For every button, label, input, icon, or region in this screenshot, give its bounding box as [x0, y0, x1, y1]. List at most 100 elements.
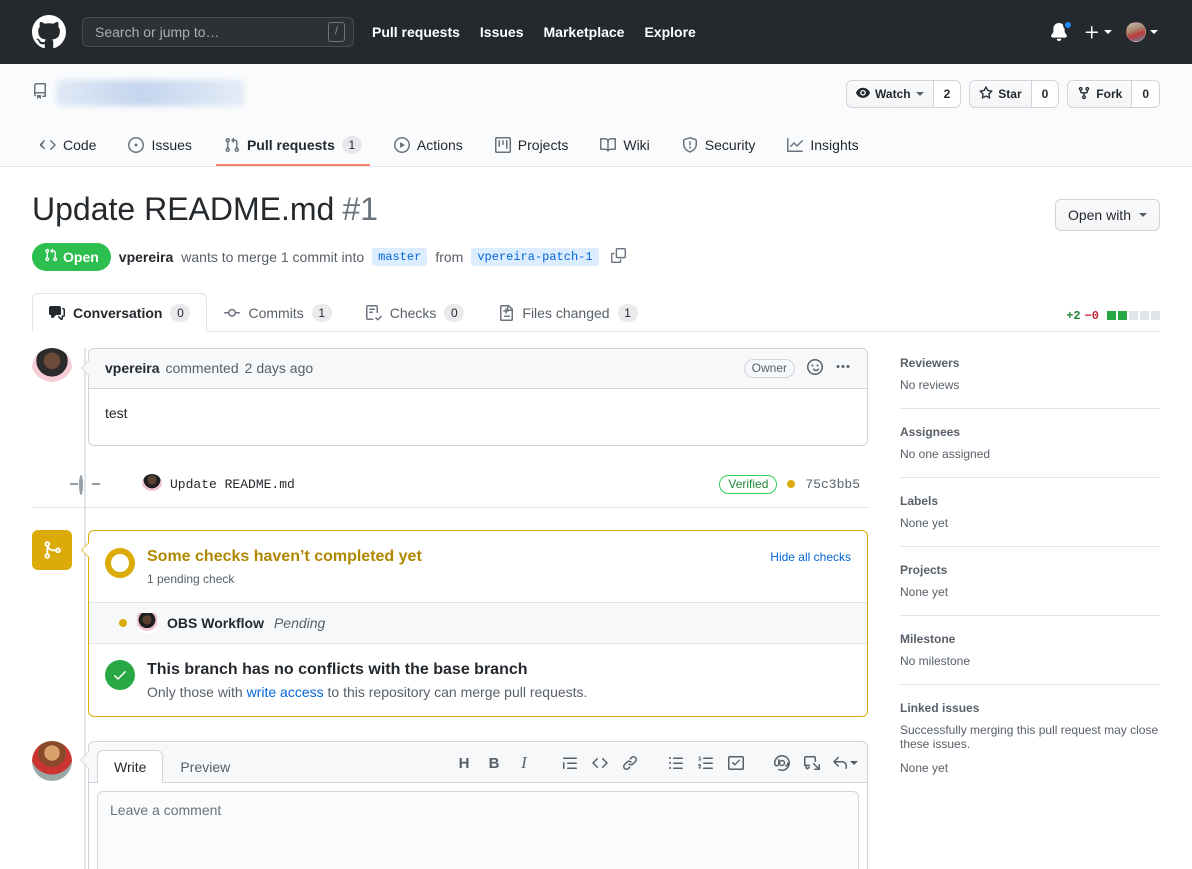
- open-with-button[interactable]: Open with: [1055, 199, 1160, 231]
- watch-count[interactable]: 2: [933, 80, 962, 108]
- global-nav: Pull requests Issues Marketplace Explore: [370, 20, 698, 44]
- repo-nav-pull-requests-label: Pull requests: [247, 137, 335, 153]
- commit-message[interactable]: Update README.md: [170, 477, 295, 492]
- comment-header: vpereira commented 2 days ago Owner: [89, 349, 867, 389]
- hide-all-checks-link[interactable]: Hide all checks: [770, 547, 851, 564]
- tab-files-changed[interactable]: Files changed 1: [481, 293, 654, 332]
- code-icon[interactable]: [589, 752, 611, 774]
- repo-nav-projects[interactable]: Projects: [487, 128, 577, 166]
- repository-header: Watch 2 Star 0 Fork 0: [0, 64, 1192, 167]
- pull-request-meta: Open vpereira wants to merge 1 commit in…: [32, 243, 1160, 271]
- fork-count[interactable]: 0: [1131, 80, 1160, 108]
- comment-input[interactable]: [97, 791, 859, 869]
- repo-nav-wiki[interactable]: Wiki: [592, 128, 657, 166]
- avatar[interactable]: [32, 741, 72, 781]
- reference-icon[interactable]: [801, 752, 823, 774]
- mention-icon[interactable]: [771, 752, 793, 774]
- shield-icon: [682, 137, 698, 153]
- unordered-list-icon[interactable]: [665, 752, 687, 774]
- pull-request-tabs: Conversation 0 Commits 1 Checks 0 Files …: [32, 293, 1160, 332]
- sidebar-title[interactable]: Assignees: [900, 425, 1160, 439]
- sidebar-title[interactable]: Linked issues: [900, 701, 1160, 715]
- repo-nav-actions[interactable]: Actions: [386, 128, 471, 166]
- italic-icon[interactable]: I: [513, 752, 535, 774]
- watch-button[interactable]: Watch: [846, 80, 933, 108]
- status-badge: Open: [32, 243, 111, 271]
- star-icon: [979, 86, 993, 102]
- check-name[interactable]: OBS Workflow: [167, 615, 264, 631]
- account-menu-button[interactable]: [1126, 22, 1158, 42]
- chevron-down-icon: [1104, 30, 1112, 34]
- tab-preview[interactable]: Preview: [163, 750, 247, 783]
- avatar[interactable]: [142, 474, 162, 494]
- kebab-horizontal-icon[interactable]: [835, 359, 851, 378]
- sidebar-title[interactable]: Labels: [900, 494, 1160, 508]
- global-nav-explore[interactable]: Explore: [642, 20, 697, 44]
- create-new-button[interactable]: [1084, 24, 1112, 40]
- smiley-icon[interactable]: [807, 359, 823, 378]
- comment-author[interactable]: vpereira: [105, 360, 159, 376]
- main-layout: vpereira commented 2 days ago Owner test: [32, 348, 1160, 869]
- tab-checks[interactable]: Checks 0: [349, 293, 482, 332]
- search-input[interactable]: Search or jump to… /: [82, 17, 354, 47]
- repo-nav-insights[interactable]: Insights: [779, 128, 866, 166]
- head-branch-chip[interactable]: vpereira-patch-1: [471, 248, 598, 266]
- write-access-link[interactable]: write access: [247, 684, 324, 700]
- link-icon[interactable]: [619, 752, 641, 774]
- ordered-list-icon[interactable]: [695, 752, 717, 774]
- repository-nav: Code Issues Pull requests 1 Actions Proj…: [32, 128, 1160, 166]
- diffstat-deletions: −0: [1085, 309, 1099, 323]
- fork-button[interactable]: Fork: [1067, 80, 1131, 108]
- star-button[interactable]: Star: [969, 80, 1030, 108]
- sidebar-section-assignees: Assignees No one assigned: [900, 409, 1160, 478]
- repo-nav-pull-requests-count: 1: [342, 136, 362, 154]
- play-icon: [394, 137, 410, 153]
- base-branch-chip[interactable]: master: [372, 248, 427, 266]
- eye-icon: [856, 86, 870, 102]
- commit-sha[interactable]: 75c3bb5: [805, 477, 860, 492]
- quote-icon[interactable]: [559, 752, 581, 774]
- diffstat-block: [1107, 311, 1116, 320]
- global-nav-pull-requests[interactable]: Pull requests: [370, 20, 462, 44]
- fork-button-group: Fork 0: [1067, 80, 1160, 108]
- tab-conversation[interactable]: Conversation 0: [32, 293, 207, 332]
- avatar[interactable]: [32, 348, 72, 388]
- checklist-icon: [366, 305, 382, 321]
- bold-icon[interactable]: B: [483, 752, 505, 774]
- comment-form: Write Preview H B I: [88, 741, 868, 869]
- verified-badge[interactable]: Verified: [719, 475, 777, 494]
- sidebar-value: None yet: [900, 585, 1160, 599]
- comment-timestamp[interactable]: 2 days ago: [245, 360, 314, 376]
- repo-nav-issues[interactable]: Issues: [120, 128, 199, 166]
- sidebar-title[interactable]: Milestone: [900, 632, 1160, 646]
- copy-icon[interactable]: [611, 248, 626, 266]
- commit-status-pending-icon[interactable]: [787, 480, 795, 488]
- check-icon: [105, 660, 135, 690]
- global-nav-issues[interactable]: Issues: [478, 20, 526, 44]
- pr-author[interactable]: vpereira: [119, 249, 173, 265]
- tab-write[interactable]: Write: [97, 750, 163, 783]
- heading-icon[interactable]: H: [453, 752, 475, 774]
- github-logo-icon[interactable]: [32, 15, 66, 49]
- sidebar-value: None yet: [900, 516, 1160, 530]
- chevron-down-icon: [1150, 30, 1158, 34]
- sidebar-title[interactable]: Reviewers: [900, 356, 1160, 370]
- sidebar-section-labels: Labels None yet: [900, 478, 1160, 547]
- sidebar-title[interactable]: Projects: [900, 563, 1160, 577]
- repository-name-redacted[interactable]: [56, 80, 244, 106]
- repo-nav-pull-requests[interactable]: Pull requests 1: [216, 128, 370, 166]
- notifications-button[interactable]: [1050, 21, 1070, 43]
- graph-icon: [787, 137, 803, 153]
- tab-commits[interactable]: Commits 1: [207, 293, 348, 332]
- repo-nav-security[interactable]: Security: [674, 128, 764, 166]
- conflict-sub-prefix: Only those with: [147, 684, 247, 700]
- open-with-label: Open with: [1068, 207, 1131, 223]
- diffstat-additions: +2: [1066, 309, 1080, 323]
- repo-nav-code[interactable]: Code: [32, 128, 104, 166]
- task-list-icon[interactable]: [725, 752, 747, 774]
- git-merge-icon: [32, 530, 72, 570]
- star-count[interactable]: 0: [1031, 80, 1060, 108]
- saved-replies-icon[interactable]: [831, 752, 859, 774]
- global-nav-marketplace[interactable]: Marketplace: [542, 20, 627, 44]
- timeline-comment: vpereira commented 2 days ago Owner test: [32, 348, 868, 446]
